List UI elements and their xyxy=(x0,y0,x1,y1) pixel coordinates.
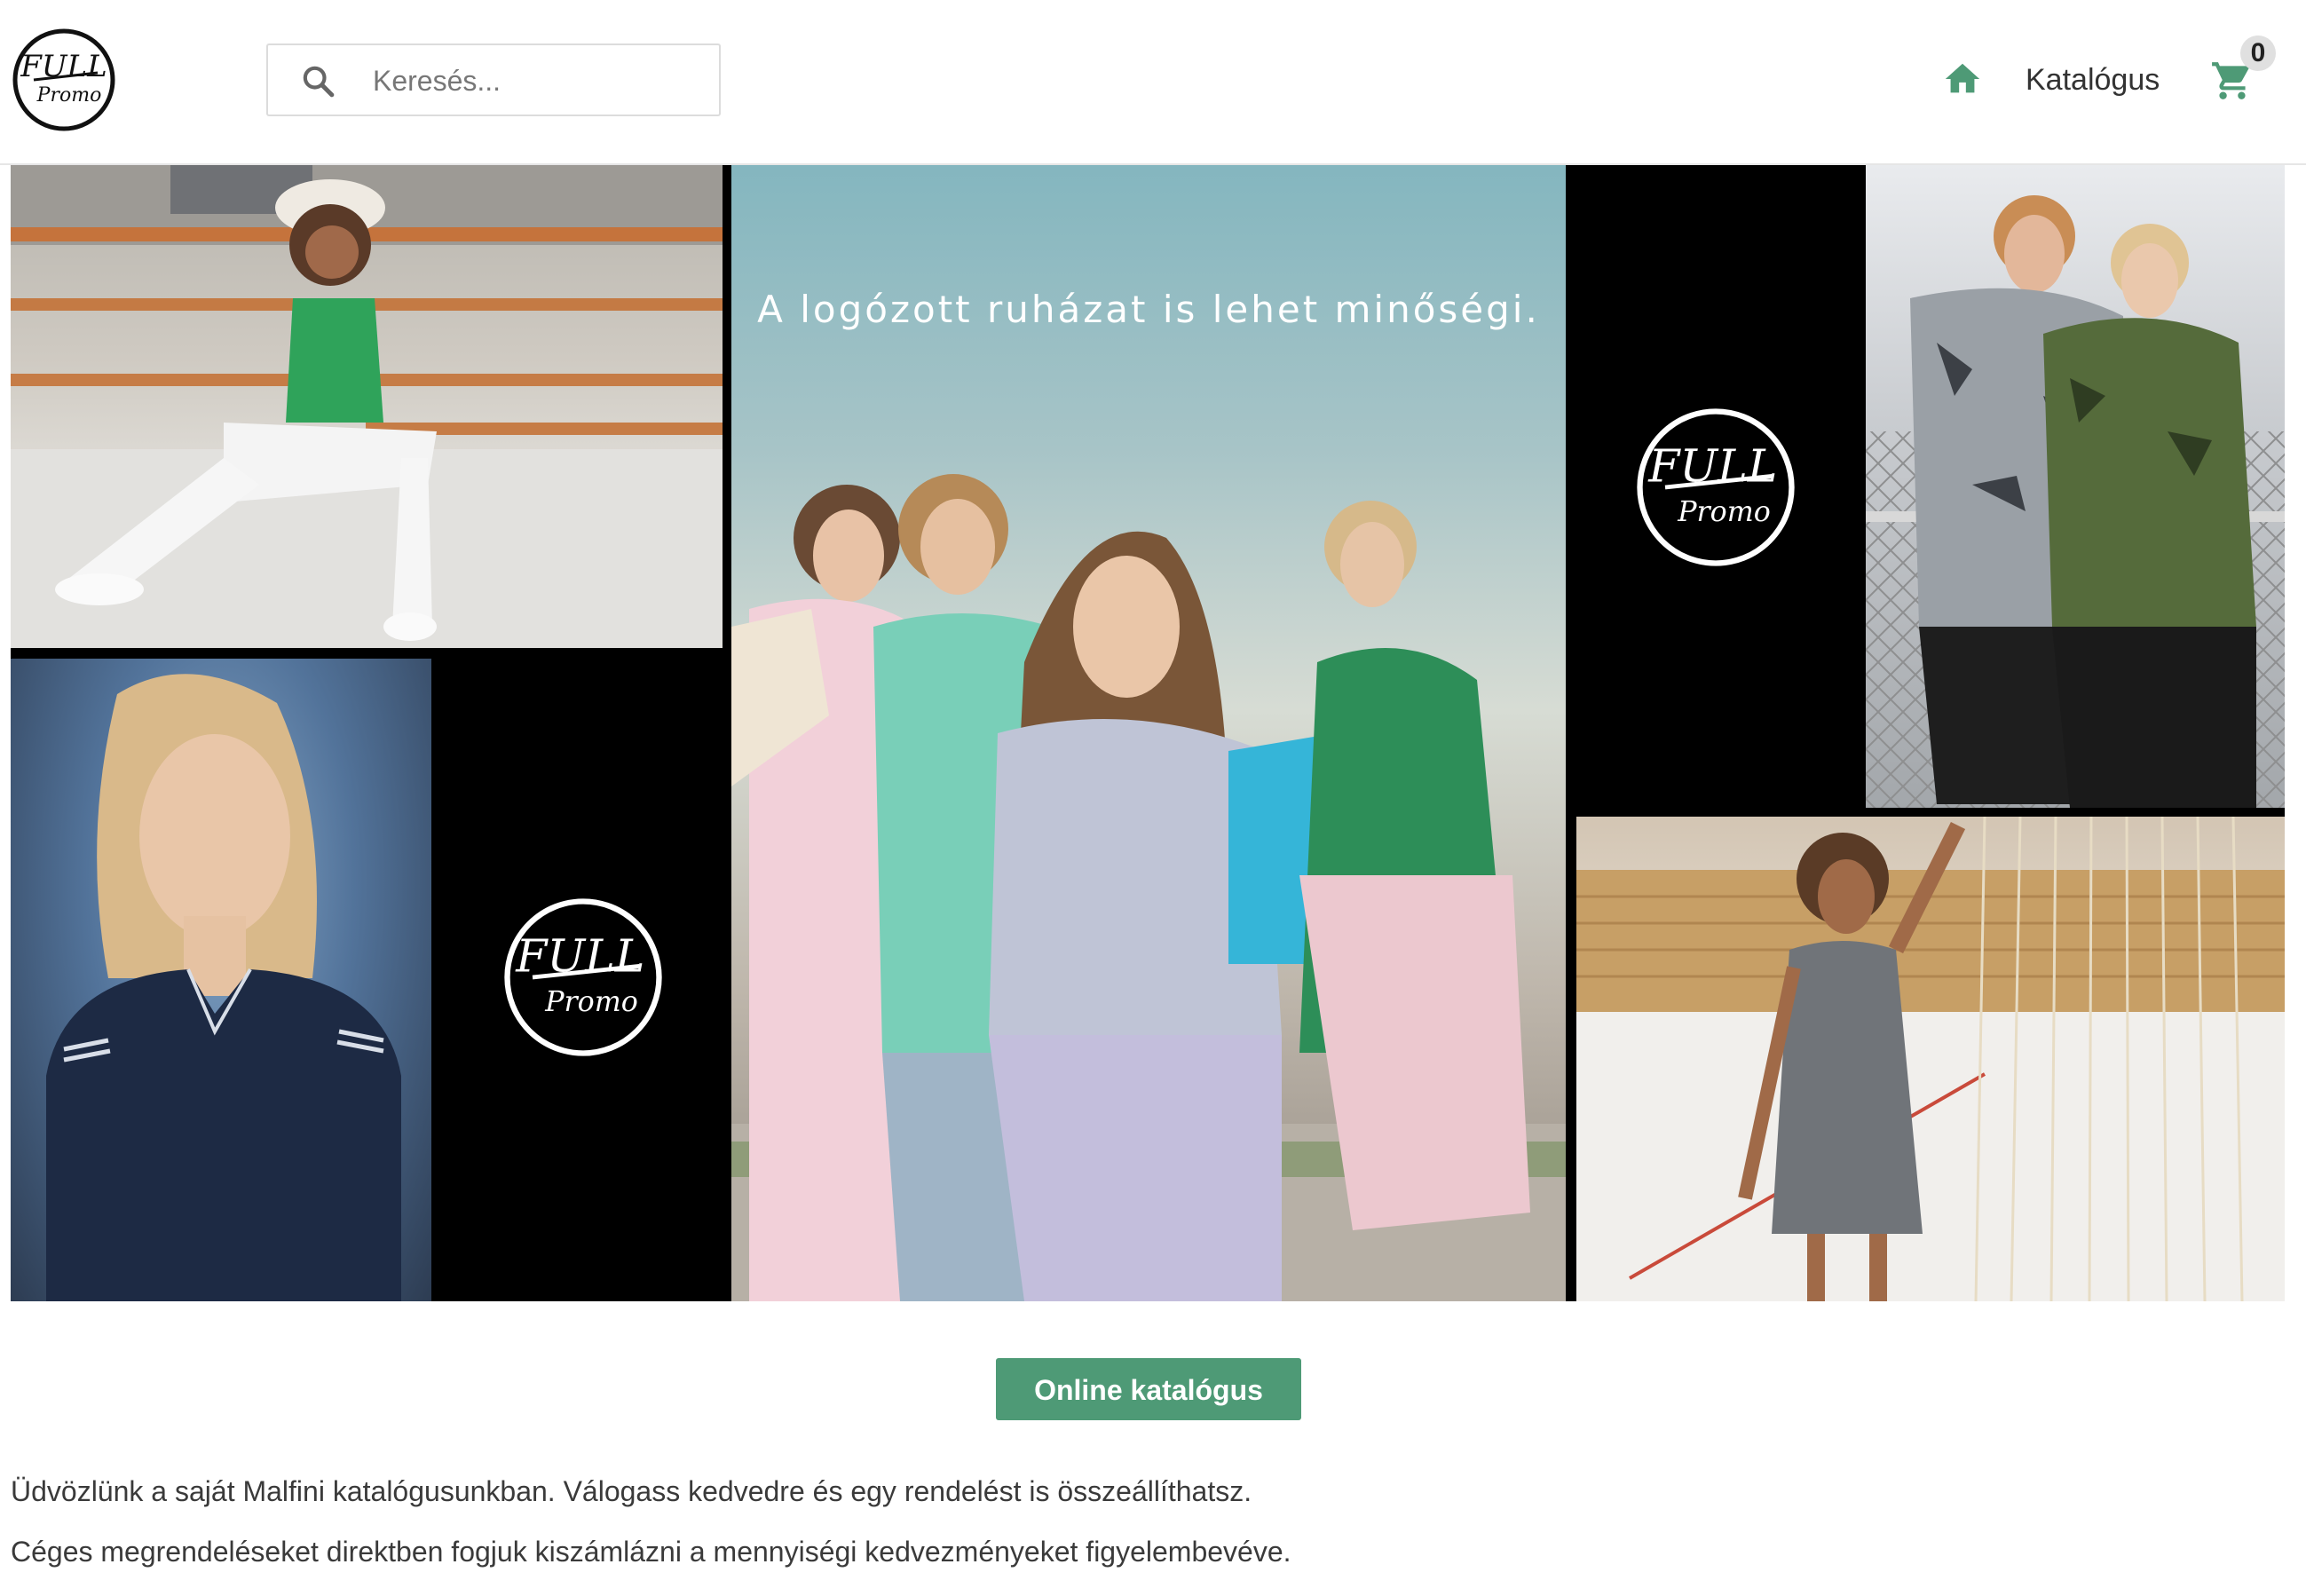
site-header: FULL Promo Katalógus 0 xyxy=(0,0,2306,165)
svg-text:FULL: FULL xyxy=(20,49,107,84)
cart-count-badge: 0 xyxy=(2240,36,2276,71)
intro-text-invoicing: Céges megrendeléseket direktben fogjuk k… xyxy=(11,1536,1291,1568)
hero-logo-left: FULL Promo xyxy=(499,893,667,1062)
hero-photo-group xyxy=(731,165,1566,1301)
svg-text:Promo: Promo xyxy=(1677,496,1771,528)
search-input[interactable] xyxy=(371,54,703,107)
svg-text:Promo: Promo xyxy=(36,84,102,107)
hero-banner: A logózott ruházat is lehet minőségi. FU… xyxy=(11,165,2285,1301)
home-icon[interactable] xyxy=(1942,59,1983,99)
intro-text-welcome: Üdvözlünk a saját Malfini katalógusunkba… xyxy=(11,1475,1252,1507)
search-box[interactable] xyxy=(266,43,721,116)
hero-photo-camo xyxy=(1866,165,2285,808)
search-icon[interactable] xyxy=(300,63,336,99)
nav-catalog-link[interactable]: Katalógus xyxy=(2026,59,2160,101)
svg-text:FULL: FULL xyxy=(515,930,644,983)
svg-text:FULL: FULL xyxy=(1647,440,1777,493)
brand-logo[interactable]: FULL Promo xyxy=(11,27,117,133)
hero-logo-right: FULL Promo xyxy=(1631,403,1800,572)
svg-text:Promo: Promo xyxy=(544,986,638,1018)
hero-photo-gym xyxy=(1576,817,2285,1301)
hero-slogan: A logózott ruházat is lehet minőségi. xyxy=(757,288,1540,331)
hero-photo-polo xyxy=(11,659,431,1301)
hero-photo-stadium xyxy=(11,165,723,648)
online-catalog-button[interactable]: Online katalógus xyxy=(996,1358,1301,1420)
